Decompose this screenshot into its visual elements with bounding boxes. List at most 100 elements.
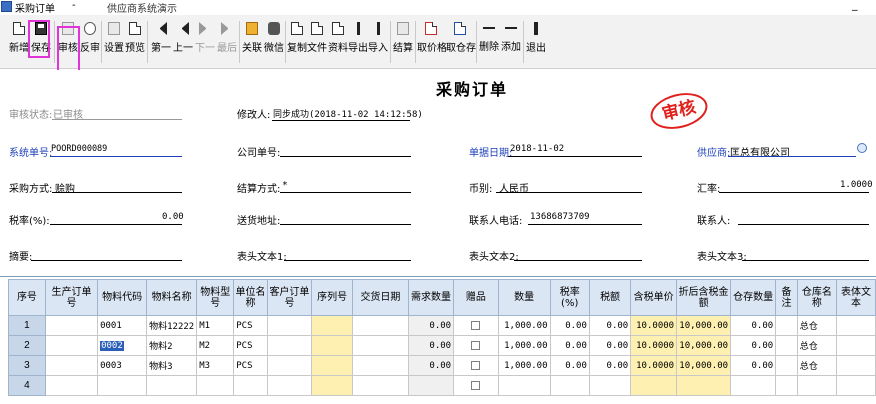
col-header[interactable]: 交货日期 (351, 279, 409, 316)
tax-rate-cell[interactable]: 0.00 (549, 335, 590, 356)
table-row[interactable]: 3 0003 物料3 M3 PCS 0.00 1,000.00 0.00 0.0… (8, 355, 876, 376)
row-number[interactable]: 4 (8, 375, 46, 396)
material-name-cell[interactable]: 物料12222 (146, 315, 198, 336)
preview-button[interactable]: 预览 (124, 18, 146, 66)
gift-cell[interactable] (453, 315, 499, 336)
unaudit-button[interactable]: 反审 (79, 18, 101, 66)
material-code-cell[interactable]: 0002 (97, 335, 148, 356)
customer-order-cell[interactable] (266, 355, 313, 376)
delete-row-button[interactable]: 删除 (478, 18, 500, 66)
col-header[interactable]: 序号 (8, 279, 46, 316)
material-name-cell[interactable]: 物料3 (146, 355, 198, 376)
stock-qty-cell[interactable]: 0.00 (730, 355, 777, 376)
tax-amount-cell[interactable]: 0.00 (588, 335, 632, 356)
body-text-cell[interactable] (836, 335, 876, 356)
warehouse-cell[interactable]: 总仓 (796, 315, 838, 336)
tax-amount-cell[interactable] (588, 375, 632, 396)
export-button[interactable]: 导出 (348, 18, 368, 66)
unit-cell[interactable]: PCS (233, 315, 268, 336)
col-header[interactable]: 生产订单号 (44, 279, 99, 316)
delivery-date-cell[interactable] (351, 315, 409, 336)
prev-button[interactable]: 上一 (172, 18, 194, 66)
remark-cell[interactable] (775, 375, 798, 396)
file-button[interactable]: 文件 (307, 18, 327, 66)
doc-date-field[interactable]: 2018-11-02 (510, 144, 564, 154)
supplier-lookup-icon[interactable] (857, 143, 867, 153)
gift-checkbox[interactable] (471, 340, 481, 350)
last-button[interactable]: 最后 (216, 18, 238, 66)
table-row[interactable]: 4 (8, 375, 876, 396)
first-button[interactable]: 第一 (150, 18, 172, 66)
amount-cell[interactable]: 10,000.00 (676, 335, 732, 356)
material-code-cell[interactable] (97, 375, 148, 396)
add-row-button[interactable]: 添加 (500, 18, 522, 66)
gift-checkbox[interactable] (471, 320, 481, 330)
col-header[interactable]: 赠品 (453, 279, 499, 316)
customer-order-cell[interactable] (266, 335, 313, 356)
link-button[interactable]: 关联 (241, 18, 263, 66)
gift-checkbox[interactable] (471, 360, 481, 370)
demand-qty-cell[interactable]: 0.00 (407, 335, 455, 356)
delivery-date-cell[interactable] (351, 335, 409, 356)
new-button[interactable]: 新增 (8, 18, 30, 66)
unit-cell[interactable]: PCS (233, 335, 268, 356)
production-order-cell[interactable] (44, 375, 99, 396)
exit-button[interactable]: 退出 (525, 18, 547, 66)
row-number[interactable]: 3 (8, 355, 46, 376)
material-model-cell[interactable] (196, 375, 235, 396)
qty-cell[interactable]: 1,000.00 (497, 355, 551, 376)
gift-cell[interactable] (453, 355, 499, 376)
row-number[interactable]: 2 (8, 335, 46, 356)
amount-cell[interactable]: 10,000.00 (676, 315, 732, 336)
serial-cell[interactable] (311, 355, 353, 376)
amount-cell[interactable]: 10,000.00 (676, 355, 732, 376)
col-header[interactable]: 客户订单号 (266, 279, 313, 316)
customer-order-cell[interactable] (266, 315, 313, 336)
warehouse-cell[interactable]: 总仓 (796, 335, 838, 356)
unit-price-cell[interactable]: 10.0000 (630, 355, 678, 376)
get-stock-button[interactable]: 取仓存 (446, 18, 476, 66)
stock-qty-cell[interactable]: 0.00 (730, 335, 777, 356)
unit-price-cell[interactable] (630, 375, 678, 396)
qty-cell[interactable]: 1,000.00 (497, 315, 551, 336)
header-text2-field[interactable] (514, 260, 642, 261)
customer-order-cell[interactable] (266, 375, 313, 396)
col-header[interactable]: 需求数量 (407, 279, 455, 316)
unit-price-cell[interactable]: 10.0000 (630, 315, 678, 336)
material-code-selected[interactable]: 0002 (100, 340, 124, 351)
stock-qty-cell[interactable] (730, 375, 777, 396)
serial-cell[interactable] (311, 315, 353, 336)
data-button[interactable]: 资料 (328, 18, 348, 66)
settle-mode-field[interactable]: * (282, 180, 288, 191)
unit-cell[interactable]: PCS (233, 355, 268, 376)
remark-cell[interactable] (775, 355, 798, 376)
col-header[interactable]: 表体文本 (836, 279, 876, 316)
tax-amount-cell[interactable]: 0.00 (588, 355, 632, 376)
amount-cell[interactable] (676, 375, 732, 396)
get-price-button[interactable]: 取价格 (417, 18, 447, 66)
next-button[interactable]: 下一 (194, 18, 216, 66)
rate-field[interactable]: 1.0000 (840, 180, 873, 190)
demand-qty-cell[interactable]: 0.00 (407, 315, 455, 336)
col-header[interactable]: 物料代码 (97, 279, 148, 316)
delivery-date-cell[interactable] (351, 355, 409, 376)
phone-field[interactable]: 13686873709 (530, 212, 590, 222)
wechat-button[interactable]: 微信 (263, 18, 285, 66)
minimize-button[interactable]: _ (852, 0, 858, 11)
material-model-cell[interactable]: M1 (196, 315, 235, 336)
remark-cell[interactable] (775, 335, 798, 356)
body-text-cell[interactable] (836, 375, 876, 396)
gift-cell[interactable] (453, 335, 499, 356)
col-header[interactable]: 仓存数量 (730, 279, 777, 316)
body-text-cell[interactable] (836, 355, 876, 376)
col-header[interactable]: 仓库名称 (796, 279, 838, 316)
gift-checkbox[interactable] (471, 380, 481, 390)
qty-cell[interactable]: 1,000.00 (497, 335, 551, 356)
col-header[interactable]: 折后含税金额 (676, 279, 732, 316)
col-header[interactable]: 物料型号 (196, 279, 235, 316)
unit-price-cell[interactable]: 10.0000 (630, 335, 678, 356)
material-model-cell[interactable]: M3 (196, 355, 235, 376)
body-text-cell[interactable] (836, 315, 876, 336)
delivery-date-cell[interactable] (351, 375, 409, 396)
production-order-cell[interactable] (44, 335, 99, 356)
